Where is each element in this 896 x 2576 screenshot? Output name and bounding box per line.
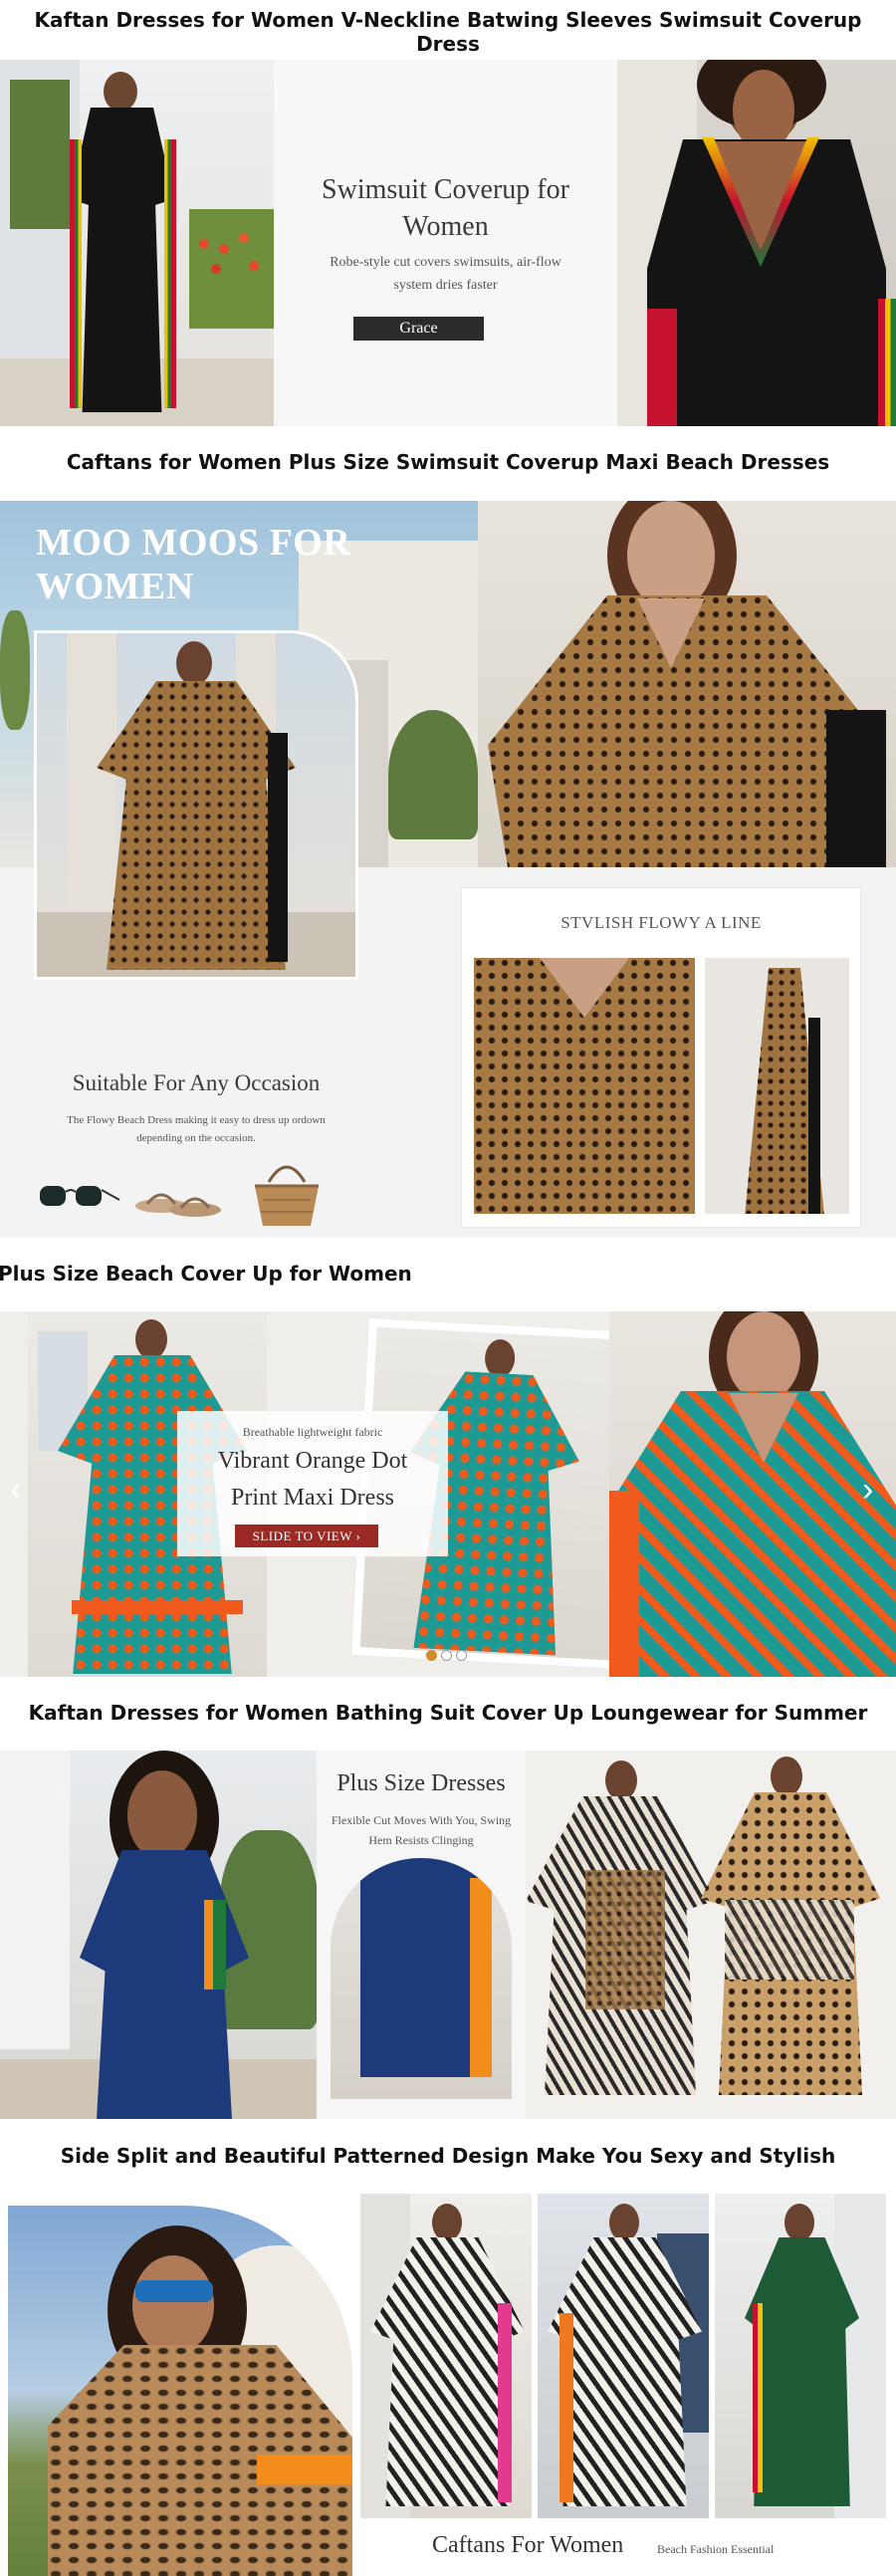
carousel-title-line-1: Vibrant Orange Dot xyxy=(217,1448,408,1474)
leopard-neckline-detail-photo xyxy=(474,958,695,1214)
occasion-description: The Flowy Beach Dress making it easy to … xyxy=(24,1111,368,1147)
carousel-kicker: Breathable lightweight fabric xyxy=(242,1425,383,1439)
model-photo-zebra-pink-trim xyxy=(360,2194,532,2518)
leopard-side-view-photo xyxy=(705,958,849,1214)
plus-size-text-block: Plus Size Dresses Flexible Cut Moves Wit… xyxy=(317,1751,526,2119)
section-1-header: Kaftan Dresses for Women V-Neckline Batw… xyxy=(34,8,862,56)
carousel-title-line-2: Print Maxi Dress xyxy=(231,1485,394,1511)
section-3-header: Plus Size Beach Cover Up for Women xyxy=(0,1262,412,1286)
plus-size-desc-line-1: Flexible Cut Moves With You, Swing xyxy=(331,1813,512,1827)
carousel-dot[interactable] xyxy=(456,1650,467,1661)
carousel-title: Vibrant Orange Dot Print Maxi Dress xyxy=(177,1443,448,1517)
section-5-banner: Caftans For Women Beach Fashion Essentia… xyxy=(0,2194,896,2576)
carousel-dot[interactable] xyxy=(426,1650,437,1661)
section-2-banner: MOO MOOS FOR WOMEN Suitable For Any Occa… xyxy=(0,501,896,1238)
sandal-icon xyxy=(133,1180,225,1220)
carousel-text-card: Breathable lightweight fabric Vibrant Or… xyxy=(177,1411,448,1556)
model-photo-snakeskin-sunglasses xyxy=(8,2206,352,2576)
slide-to-view-button[interactable]: SLIDE TO VIEW › xyxy=(235,1524,378,1547)
section-1-desc-line-2: system dries faster xyxy=(393,278,498,293)
model-photo-leopard-closeup xyxy=(478,501,896,867)
section-1-title-line-1: Swimsuit Coverup for xyxy=(322,174,569,205)
section-1-banner: Swimsuit Coverup for Women Robe-style cu… xyxy=(0,60,896,426)
plus-size-description: Flexible Cut Moves With You, Swing Hem R… xyxy=(317,1810,526,1850)
section-1-description: Robe-style cut covers swimsuits, air-flo… xyxy=(274,251,617,297)
section-5-caption-subtitle: Beach Fashion Essential xyxy=(657,2542,775,2556)
navy-dress-detail-photo xyxy=(331,1858,512,2099)
model-photo-orange-teal-closeup xyxy=(609,1311,896,1677)
section-2-header: Caftans for Women Plus Size Swimsuit Cov… xyxy=(66,450,830,474)
section-2-title-line-1: MOO MOOS FOR xyxy=(36,522,351,564)
model-photo-black-kaftan-full xyxy=(0,60,274,426)
carousel-dot[interactable] xyxy=(441,1650,452,1661)
section-5-header: Side Split and Beautiful Patterned Desig… xyxy=(60,2144,836,2168)
section-3-carousel[interactable]: Breathable lightweight fabric Vibrant Or… xyxy=(0,1311,896,1677)
model-photo-leopard-full-arch xyxy=(34,630,358,980)
straw-bag-icon xyxy=(247,1156,327,1230)
section-4-header: Kaftan Dresses for Women Bathing Suit Co… xyxy=(28,1701,868,1725)
section-2-title-line-2: WOMEN xyxy=(36,566,194,607)
sunglasses-icon xyxy=(36,1178,121,1218)
section-1-title-line-2: Women xyxy=(402,211,489,242)
stylish-flowy-card: STVLISH FLOWY A LINE xyxy=(461,887,861,1228)
occasion-title: Suitable For Any Occasion xyxy=(72,1070,321,1095)
chevron-right-icon[interactable]: › xyxy=(862,1473,873,1507)
section-5-caption: Caftans For Women Beach Fashion Essentia… xyxy=(360,2518,886,2576)
section-5-caption-title: Caftans For Women xyxy=(432,2532,624,2558)
carousel-dots xyxy=(426,1650,470,1662)
section-1-text-card: Swimsuit Coverup for Women Robe-style cu… xyxy=(274,60,617,426)
plus-size-title: Plus Size Dresses xyxy=(336,1770,506,1796)
model-photo-two-patterned-kaftans xyxy=(526,1751,896,2119)
section-4-banner: Plus Size Dresses Flexible Cut Moves Wit… xyxy=(0,1751,896,2119)
chevron-left-icon[interactable]: ‹ xyxy=(10,1473,21,1507)
section-1-desc-line-1: Robe-style cut covers swimsuits, air-flo… xyxy=(330,255,561,270)
plus-size-desc-line-2: Hem Resists Clinging xyxy=(368,1833,474,1847)
occasion-desc-line-2: depending on the occasion. xyxy=(136,1132,256,1144)
section-1-title: Swimsuit Coverup for Women xyxy=(274,171,617,245)
stylish-flowy-title: STVLISH FLOWY A LINE xyxy=(560,913,762,932)
model-photo-zebra-orange-trim xyxy=(538,2194,709,2518)
model-photo-black-kaftan-closeup xyxy=(617,60,896,426)
model-photo-green-kaftan xyxy=(715,2194,886,2518)
occasion-desc-line-1: The Flowy Beach Dress making it easy to … xyxy=(67,1114,326,1126)
section-2-title: MOO MOOS FOR WOMEN xyxy=(36,521,350,608)
model-photo-navy-kaftan xyxy=(0,1751,317,2119)
grace-button[interactable]: Grace xyxy=(353,317,484,341)
